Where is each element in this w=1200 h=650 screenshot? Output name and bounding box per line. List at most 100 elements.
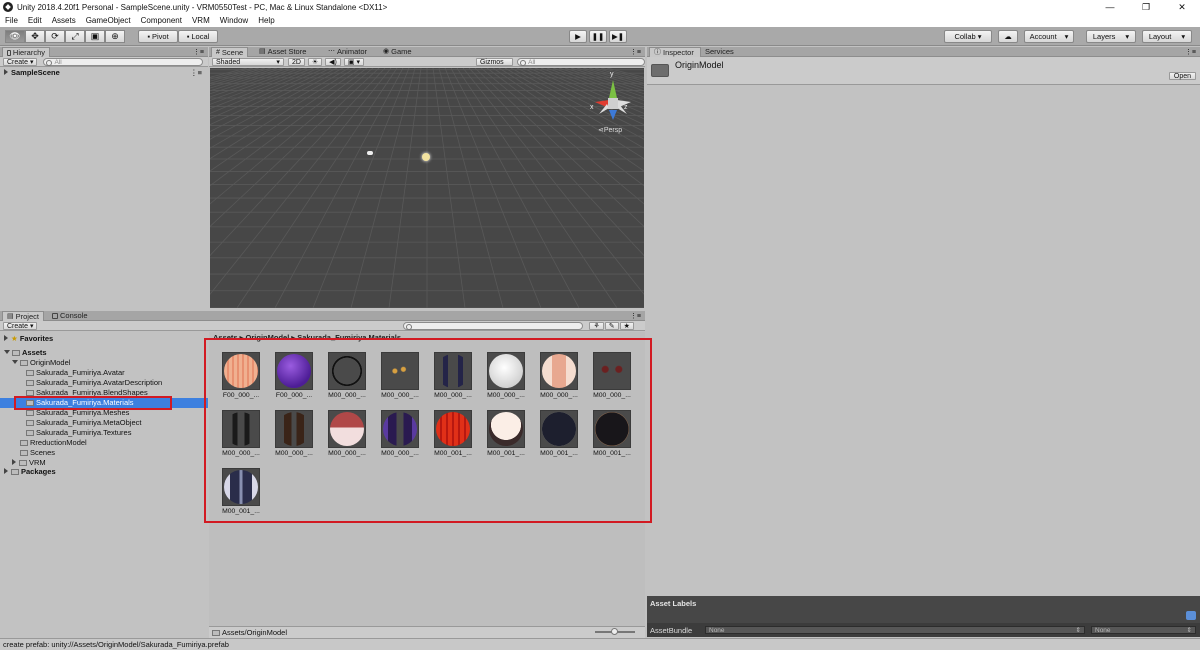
tab-game[interactable]: ◉ Game: [379, 47, 416, 57]
filter-type-icon[interactable]: ⚘: [589, 321, 604, 330]
asset-bundle-label: AssetBundle: [650, 625, 693, 635]
favorites-row[interactable]: ★ Favorites: [4, 334, 53, 344]
tree-item-sakurada-fumiriya-avatar[interactable]: Sakurada_Fumiriya.Avatar: [0, 368, 208, 378]
menu-window[interactable]: Window: [215, 16, 253, 25]
menu-edit[interactable]: Edit: [23, 16, 47, 25]
hierarchy-create-dropdown[interactable]: Create ▾: [3, 57, 38, 66]
tab-inspector[interactable]: ⓘ Inspector: [649, 47, 701, 57]
tree-item-scenes[interactable]: Scenes: [0, 448, 208, 458]
favorite-star-icon[interactable]: ★: [619, 321, 634, 330]
project-panel: ▤ Project Console ⋮≡ Create ▾ ⚘ ✎ ★ ★ Fav…: [0, 311, 652, 638]
play-button[interactable]: ▶: [569, 30, 587, 43]
layers-dropdown[interactable]: Layers ▾: [1086, 30, 1136, 43]
scene-viewport[interactable]: y x z ⋖Persp: [210, 68, 644, 308]
expand-arrow-icon[interactable]: [4, 350, 10, 354]
tree-item-label: Sakurada_Fumiriya.MetaObject: [36, 418, 142, 427]
minimize-button[interactable]: —: [1092, 0, 1128, 14]
menu-component[interactable]: Component: [136, 16, 187, 25]
shading-mode-dropdown[interactable]: Shaded ▾: [212, 57, 284, 66]
zoom-slider-handle[interactable]: [611, 628, 618, 635]
tree-item-packages[interactable]: Packages: [0, 467, 208, 477]
tab-hierarchy[interactable]: Hierarchy: [2, 47, 50, 57]
gizmo-x-label: x: [590, 104, 594, 111]
pivot-button[interactable]: ▪ Pivot: [138, 30, 178, 43]
project-toolbar: Create ▾ ⚘ ✎ ★: [0, 321, 645, 331]
folder-icon: [26, 420, 34, 426]
2d-toggle-button[interactable]: 2D: [287, 57, 305, 66]
expand-arrow-icon[interactable]: [4, 335, 8, 341]
collab-button[interactable]: Collab ▾: [944, 30, 992, 43]
tree-item-assets[interactable]: Assets: [0, 348, 208, 358]
scale-tool-icon[interactable]: ⤢: [65, 30, 85, 43]
scene-tabbar: # Scene ▤ Asset Store ⋯ Animator ◉ Game ⋮≡: [209, 47, 645, 57]
tree-item-sakurada-fumiriya-meshes[interactable]: Sakurada_Fumiriya.Meshes: [0, 408, 208, 418]
tree-item-sakurada-fumiriya-avatardescription[interactable]: Sakurada_Fumiriya.AvatarDescription: [0, 378, 208, 388]
move-tool-icon[interactable]: ✥: [25, 30, 45, 43]
cloud-icon[interactable]: ☁: [998, 30, 1018, 43]
panel-menu-icon[interactable]: ⋮≡: [1185, 48, 1196, 56]
expand-arrow-icon[interactable]: [12, 459, 16, 465]
menu-gameobject[interactable]: GameObject: [81, 16, 136, 25]
tree-item-label: VRM: [29, 458, 46, 467]
tab-project[interactable]: ▤ Project: [2, 311, 44, 321]
tree-item-sakurada-fumiriya-metaobject[interactable]: Sakurada_Fumiriya.MetaObject: [0, 418, 208, 428]
panel-menu-icon[interactable]: ⋮≡: [630, 312, 641, 320]
tab-services[interactable]: Services: [701, 47, 738, 57]
rotate-tool-icon[interactable]: ⟳: [45, 30, 65, 43]
panel-menu-icon[interactable]: ⋮≡: [193, 48, 204, 56]
hierarchy-scene-row[interactable]: SampleScene ⋮≡: [4, 68, 204, 78]
zoom-slider[interactable]: [595, 628, 635, 635]
menu-help[interactable]: Help: [253, 16, 279, 25]
orientation-gizmo[interactable]: [585, 72, 641, 134]
perspective-label[interactable]: ⋖Persp: [598, 126, 622, 134]
panel-menu-icon[interactable]: ⋮≡: [630, 48, 641, 56]
hierarchy-search-input[interactable]: All: [43, 57, 204, 66]
hierarchy-panel: Hierarchy ⋮≡ Create ▾ All SampleScene ⋮≡: [0, 47, 208, 309]
lighting-toggle-icon[interactable]: ☀: [307, 57, 323, 66]
menu-vrm[interactable]: VRM: [187, 16, 215, 25]
tab-asset-store[interactable]: ▤ Asset Store: [255, 47, 310, 57]
unity-logo-icon: [3, 2, 13, 12]
status-message: create prefab: unity://Assets/OriginMode…: [3, 640, 229, 649]
filter-label-icon[interactable]: ✎: [604, 321, 619, 330]
project-search-input[interactable]: [403, 321, 584, 330]
store-icon: ▤: [259, 48, 266, 55]
tree-item-originmodel[interactable]: OriginModel: [0, 358, 208, 368]
rect-tool-icon[interactable]: ▣: [85, 30, 105, 43]
expand-arrow-icon[interactable]: [4, 69, 8, 75]
view-tool-icon[interactable]: 👁: [5, 30, 25, 43]
account-dropdown[interactable]: Account ▾: [1024, 30, 1074, 43]
light-icon[interactable]: [422, 153, 430, 161]
gizmos-dropdown[interactable]: Gizmos ▾: [475, 57, 514, 74]
scene-menu-icon[interactable]: ⋮≡: [190, 68, 202, 78]
effects-dropdown[interactable]: ▣ ▾: [343, 57, 364, 66]
pause-button[interactable]: ❚❚: [589, 30, 607, 43]
tree-item-sakurada-fumiriya-materials[interactable]: Sakurada_Fumiriya.Materials: [0, 396, 208, 410]
tree-item-label: Assets: [22, 348, 47, 357]
scene-search-input[interactable]: All: [517, 57, 646, 66]
open-button[interactable]: Open: [1168, 72, 1196, 80]
audio-toggle-icon[interactable]: ◀): [325, 57, 341, 66]
project-create-dropdown[interactable]: Create ▾: [3, 321, 38, 330]
step-button[interactable]: ▶❚: [609, 30, 627, 43]
menu-file[interactable]: File: [0, 16, 23, 25]
tag-icon[interactable]: [1186, 611, 1196, 620]
tab-console[interactable]: Console: [48, 311, 92, 321]
maximize-button[interactable]: ❐: [1128, 0, 1164, 14]
transform-tool-icon[interactable]: ⊕: [105, 30, 125, 43]
asset-bundle-dropdown[interactable]: None ⇕: [705, 626, 1085, 634]
tree-item-sakurada-fumiriya-textures[interactable]: Sakurada_Fumiriya.Textures: [0, 428, 208, 438]
tab-animator[interactable]: ⋯ Animator: [324, 47, 371, 57]
layout-dropdown[interactable]: Layout ▾: [1142, 30, 1192, 43]
close-button[interactable]: ✕: [1164, 0, 1200, 14]
folder-icon: [26, 430, 34, 436]
camera-icon[interactable]: [367, 151, 373, 155]
tab-scene[interactable]: # Scene: [211, 47, 249, 57]
menu-assets[interactable]: Assets: [47, 16, 81, 25]
local-button[interactable]: ▪ Local: [178, 30, 218, 43]
expand-arrow-icon[interactable]: [12, 360, 18, 364]
tree-item-rreductionmodel[interactable]: RreductionModel: [0, 438, 208, 448]
asset-labels-title: Asset Labels: [650, 599, 697, 608]
expand-arrow-icon[interactable]: [4, 468, 8, 474]
asset-variant-dropdown[interactable]: None ⇕: [1091, 626, 1196, 634]
